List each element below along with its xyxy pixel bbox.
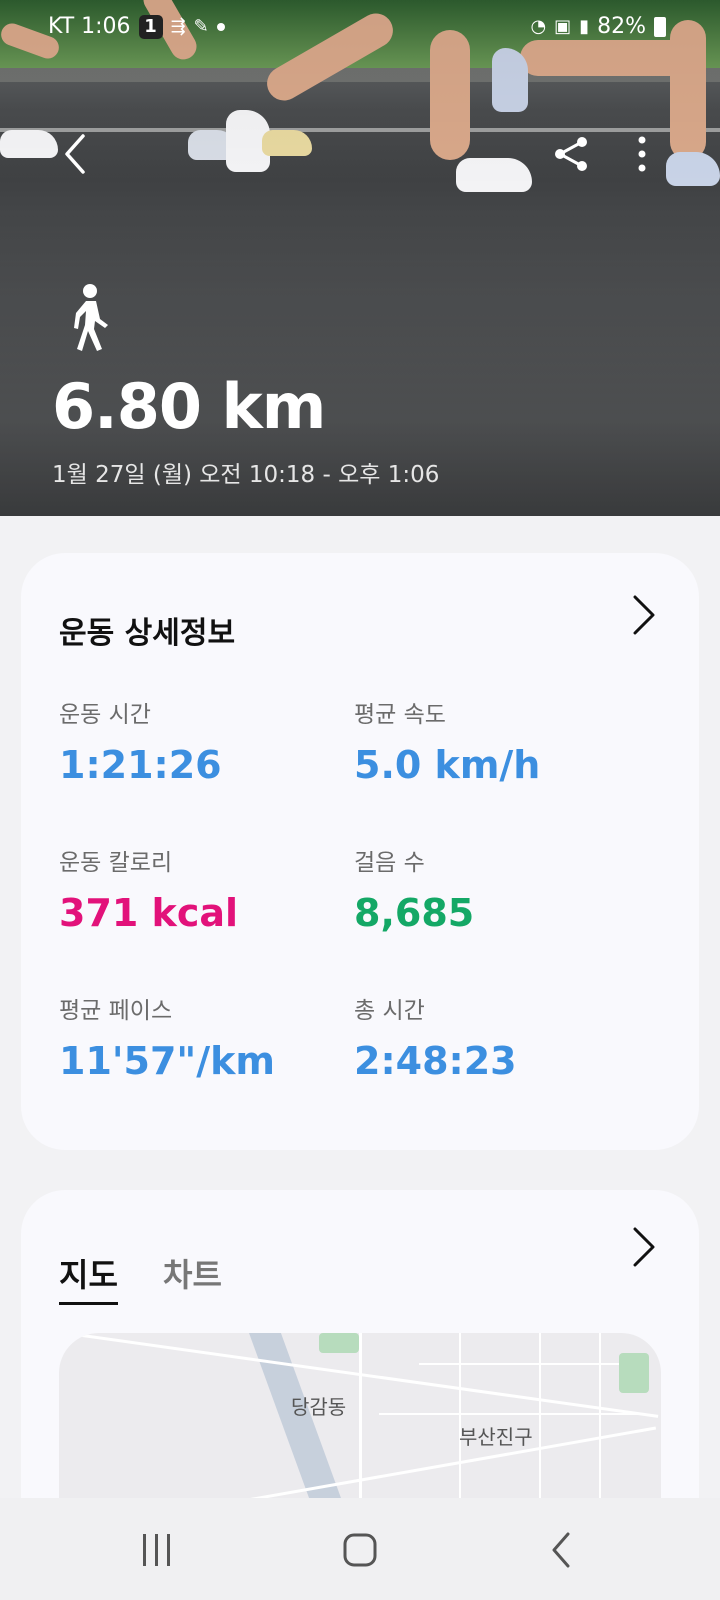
stat-label: 운동 시간 bbox=[59, 702, 151, 728]
stat-value: 8,685 bbox=[354, 891, 475, 935]
sync-icon: ⇶ bbox=[170, 16, 186, 37]
details-title: 운동 상세정보 bbox=[59, 616, 236, 651]
battery-text: 82% bbox=[597, 14, 646, 39]
volte-icon: ▣ bbox=[554, 16, 572, 37]
hero-photo: KT 1:06 1 ⇶ ✎ ◔ ▣ ▮ 82% 6.80 km 1월 27일 (… bbox=[0, 0, 720, 516]
map-chevron-right-icon[interactable] bbox=[621, 1225, 661, 1269]
signal-icon: ▮ bbox=[579, 16, 590, 37]
stat-value: 11'57"/km bbox=[59, 1039, 275, 1083]
tab-map[interactable]: 지도 bbox=[59, 1250, 118, 1305]
stat-value: 2:48:23 bbox=[354, 1039, 517, 1083]
status-right: ◔ ▣ ▮ 82% bbox=[530, 14, 666, 39]
map-road bbox=[419, 1363, 639, 1365]
map-park bbox=[319, 1333, 359, 1353]
walking-person-icon bbox=[74, 284, 108, 351]
back-icon bbox=[552, 1532, 570, 1568]
stat-value: 371 kcal bbox=[59, 891, 239, 935]
stat-label: 평균 속도 bbox=[354, 702, 446, 728]
recent-apps-icon bbox=[143, 1534, 170, 1566]
map-label-busanjin: 부산진구 bbox=[459, 1425, 533, 1449]
stat-avg-pace: 평균 페이스 11'57"/km bbox=[59, 991, 275, 1083]
details-chevron-right-icon[interactable] bbox=[621, 593, 661, 637]
stat-label: 총 시간 bbox=[354, 998, 425, 1024]
more-notifications-dot bbox=[216, 22, 225, 31]
share-button[interactable] bbox=[544, 126, 600, 182]
stat-label: 걸음 수 bbox=[354, 850, 425, 876]
back-button[interactable] bbox=[47, 126, 103, 182]
home-icon bbox=[343, 1533, 377, 1567]
workout-detail-screen: KT 1:06 1 ⇶ ✎ ◔ ▣ ▮ 82% 6.80 km 1월 27일 (… bbox=[0, 0, 720, 1600]
wifi-icon: ◔ bbox=[530, 16, 547, 37]
stat-avg-speed: 평균 속도 5.0 km/h bbox=[354, 695, 540, 787]
recent-apps-button[interactable] bbox=[122, 1522, 192, 1578]
map-label-danggam: 당감동 bbox=[291, 1395, 347, 1419]
more-vertical-icon bbox=[638, 136, 646, 172]
chevron-left-icon bbox=[65, 134, 85, 174]
stat-label: 평균 페이스 bbox=[59, 998, 173, 1024]
tab-chart[interactable]: 차트 bbox=[163, 1250, 222, 1296]
carrier-time: KT 1:06 bbox=[48, 14, 131, 39]
stat-total-time: 총 시간 2:48:23 bbox=[354, 991, 517, 1083]
workout-details-card: 운동 상세정보 운동 시간 1:21:26 평균 속도 5.0 km/h 운동 … bbox=[21, 553, 699, 1150]
stat-value: 5.0 km/h bbox=[354, 743, 541, 787]
notification-count-badge: 1 bbox=[138, 14, 163, 39]
more-options-button[interactable] bbox=[614, 126, 670, 182]
system-nav-bar bbox=[0, 1498, 720, 1600]
stat-value: 1:21:26 bbox=[59, 743, 222, 787]
map-park bbox=[619, 1353, 649, 1393]
distance-value: 6.80 km bbox=[52, 370, 326, 443]
status-left: KT 1:06 1 ⇶ ✎ bbox=[48, 14, 225, 39]
stat-workout-time: 운동 시간 1:21:26 bbox=[59, 695, 222, 787]
stat-label: 운동 칼로리 bbox=[59, 850, 173, 876]
nav-back-button[interactable] bbox=[527, 1522, 597, 1578]
stat-steps: 걸음 수 8,685 bbox=[354, 843, 474, 935]
stat-calories: 운동 칼로리 371 kcal bbox=[59, 843, 238, 935]
pen-icon: ✎ bbox=[193, 16, 209, 37]
workout-datetime: 1월 27일 (월) 오전 10:18 - 오후 1:06 bbox=[52, 462, 440, 488]
status-bar: KT 1:06 1 ⇶ ✎ ◔ ▣ ▮ 82% bbox=[0, 0, 720, 54]
share-icon bbox=[555, 137, 587, 171]
battery-icon bbox=[654, 16, 666, 37]
home-button[interactable] bbox=[325, 1522, 395, 1578]
